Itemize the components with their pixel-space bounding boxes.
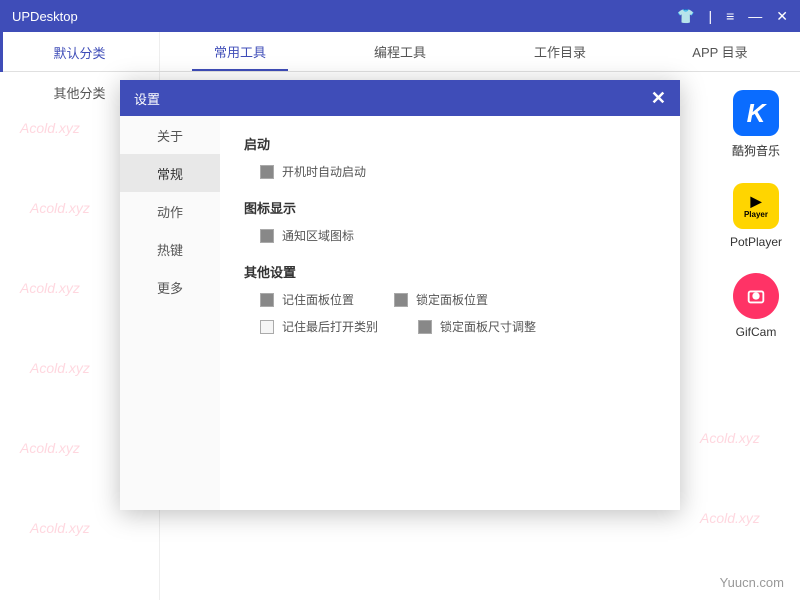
tab[interactable]: APP 目录 [640, 32, 800, 71]
option-label: 锁定面板位置 [416, 291, 488, 308]
app-label: 酷狗音乐 [732, 142, 780, 159]
checkbox-icon [418, 320, 432, 334]
gif-icon [733, 273, 779, 319]
checkbox-icon [260, 293, 274, 307]
checkbox-option[interactable]: 通知区域图标 [260, 227, 354, 244]
tab[interactable]: 编程工具 [320, 32, 480, 71]
modal-nav-item[interactable]: 更多 [120, 268, 220, 306]
settings-modal: 设置 ✕ 关于常规动作热键更多 启动开机时自动启动图标显示通知区域图标其他设置记… [120, 80, 680, 510]
app-label: GifCam [736, 325, 777, 339]
app-label: PotPlayer [730, 235, 782, 249]
modal-body: 关于常规动作热键更多 启动开机时自动启动图标显示通知区域图标其他设置记住面板位置… [120, 116, 680, 510]
modal-content: 启动开机时自动启动图标显示通知区域图标其他设置记住面板位置 锁定面板位置记住最后打… [220, 116, 680, 510]
k-icon: K [733, 90, 779, 136]
option-row: 记住面板位置 锁定面板位置 [244, 291, 656, 308]
titlebar: UPDesktop 👕 | ≡ — ✕ [0, 0, 800, 32]
sidebar-item-default[interactable]: 默认分类 [0, 32, 159, 72]
tab[interactable]: 常用工具 [160, 32, 320, 71]
checkbox-option[interactable]: 锁定面板尺寸调整 [418, 318, 536, 335]
option-label: 通知区域图标 [282, 227, 354, 244]
checkbox-icon [260, 229, 274, 243]
titlebar-controls: 👕 | ≡ — ✕ [677, 8, 788, 25]
section-title: 其他设置 [244, 262, 656, 281]
app-title: UPDesktop [12, 9, 677, 24]
modal-header: 设置 ✕ [120, 80, 680, 116]
app-launcher[interactable]: K 酷狗音乐 [732, 90, 780, 159]
modal-close-icon[interactable]: ✕ [651, 88, 666, 109]
pot-icon: Player [733, 183, 779, 229]
footer-watermark: Yuucn.com [720, 575, 784, 590]
option-label: 开机时自动启动 [282, 163, 366, 180]
option-label: 记住面板位置 [282, 291, 354, 308]
app-launcher[interactable]: Player PotPlayer [730, 183, 782, 249]
tabs-container: 常用工具编程工具工作目录APP 目录 [160, 32, 800, 71]
checkbox-icon [260, 165, 274, 179]
divider-icon: | [708, 8, 712, 24]
checkbox-option[interactable]: 记住最后打开类别 [260, 318, 378, 335]
section-title: 图标显示 [244, 198, 656, 217]
sidebar-top: 默认分类 [0, 32, 160, 71]
section-title: 启动 [244, 134, 656, 153]
settings-section: 图标显示通知区域图标 [244, 198, 656, 244]
minimize-icon[interactable]: — [748, 8, 762, 24]
checkbox-icon [260, 320, 274, 334]
modal-nav: 关于常规动作热键更多 [120, 116, 220, 510]
modal-nav-item[interactable]: 热键 [120, 230, 220, 268]
option-row: 记住最后打开类别 锁定面板尺寸调整 [244, 318, 656, 335]
modal-nav-item[interactable]: 动作 [120, 192, 220, 230]
sidebar-label: 默认分类 [53, 43, 105, 62]
shirt-icon[interactable]: 👕 [677, 8, 694, 25]
modal-nav-item[interactable]: 关于 [120, 116, 220, 154]
settings-section: 启动开机时自动启动 [244, 134, 656, 180]
modal-nav-item[interactable]: 常规 [120, 154, 220, 192]
option-label: 记住最后打开类别 [282, 318, 378, 335]
settings-section: 其他设置记住面板位置 锁定面板位置记住最后打开类别 锁定面板尺寸调整 [244, 262, 656, 335]
app-launcher[interactable]: GifCam [733, 273, 779, 339]
option-row: 通知区域图标 [244, 227, 656, 244]
checkbox-option[interactable]: 锁定面板位置 [394, 291, 488, 308]
tab[interactable]: 工作目录 [480, 32, 640, 71]
modal-title: 设置 [134, 89, 651, 108]
apps-column: K 酷狗音乐 Player PotPlayer GifCam [730, 90, 782, 339]
close-icon[interactable]: ✕ [776, 8, 788, 25]
menu-icon[interactable]: ≡ [726, 8, 734, 24]
checkbox-option[interactable]: 记住面板位置 [260, 291, 354, 308]
option-row: 开机时自动启动 [244, 163, 656, 180]
checkbox-option[interactable]: 开机时自动启动 [260, 163, 366, 180]
option-label: 锁定面板尺寸调整 [440, 318, 536, 335]
sidebar-label: 其他分类 [53, 83, 105, 102]
main-tabs: 默认分类 常用工具编程工具工作目录APP 目录 [0, 32, 800, 72]
checkbox-icon [394, 293, 408, 307]
